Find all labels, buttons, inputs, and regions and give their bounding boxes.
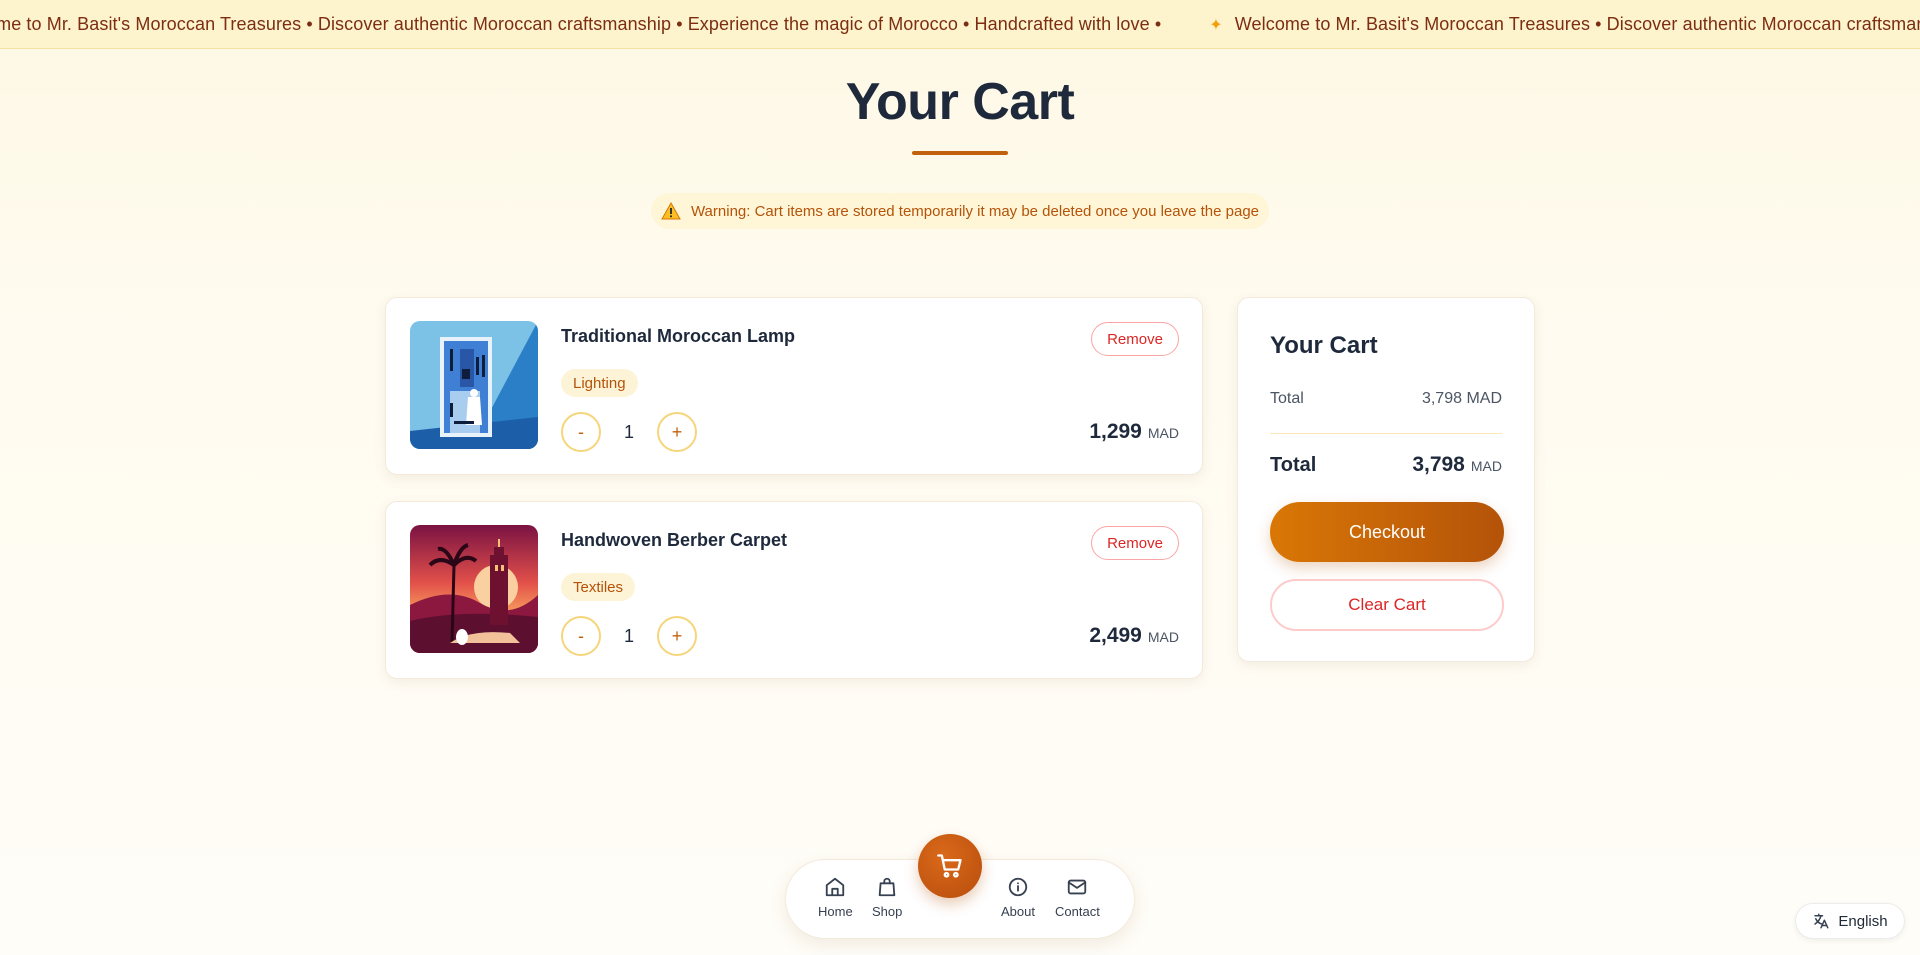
mail-icon — [1068, 879, 1087, 895]
increase-quantity-button[interactable]: + — [657, 616, 697, 656]
info-icon — [1008, 877, 1028, 897]
price-currency: MAD — [1147, 425, 1179, 441]
order-summary-card: Your Cart Total 3,798 MAD Total 3,798 MA… — [1237, 297, 1535, 662]
remove-item-button[interactable]: Remove — [1091, 322, 1179, 356]
price-currency: MAD — [1147, 629, 1179, 645]
category-badge: Textiles — [561, 573, 636, 601]
warning-text: Warning: Cart items are stored temporari… — [690, 202, 1260, 220]
product-name: Handwoven Berber Carpet — [561, 530, 788, 550]
item-price: 1,299 MAD — [1089, 420, 1179, 444]
cart-item: Traditional Moroccan Lamp Lighting - 1 +… — [385, 297, 1203, 475]
marquee-track: ome to Mr. Basit's Moroccan Treasures • … — [0, 0, 1920, 48]
translate-icon — [1814, 913, 1829, 929]
clear-cart-button[interactable]: Clear Cart — [1270, 579, 1504, 631]
page-title: Your Cart — [845, 73, 1075, 131]
product-image-blue-city — [410, 321, 538, 449]
product-name: Traditional Moroccan Lamp — [561, 326, 796, 346]
language-selector[interactable]: English — [1795, 903, 1905, 939]
category-badge: Lighting — [561, 369, 638, 397]
marquee-segment-2: ✦ Welcome to Mr. Basit's Moroccan Treasu… — [1209, 14, 1920, 35]
nav-about[interactable]: About — [1001, 876, 1035, 919]
shopping-bag-icon — [878, 877, 896, 897]
decrease-quantity-button[interactable]: - — [561, 616, 601, 656]
total-amount: 3,798 — [1412, 453, 1465, 476]
product-image-sunset-mosque — [410, 525, 538, 653]
marquee-text-2: Welcome to Mr. Basit's Moroccan Treasure… — [1234, 14, 1920, 34]
summary-total-row: Total 3,798 MAD — [1270, 453, 1502, 477]
nav-shop-label: Shop — [872, 904, 903, 919]
nav-contact-label: Contact — [1055, 904, 1100, 919]
announcement-marquee: ome to Mr. Basit's Moroccan Treasures • … — [0, 0, 1920, 49]
summary-title: Your Cart — [1270, 332, 1378, 359]
nav-home-label: Home — [818, 904, 853, 919]
decrease-quantity-button[interactable]: - — [561, 412, 601, 452]
shopping-cart-icon — [937, 854, 962, 878]
cart-item: Handwoven Berber Carpet Textiles - 1 + R… — [385, 501, 1203, 679]
home-icon — [826, 877, 845, 897]
nav-contact[interactable]: Contact — [1055, 876, 1100, 919]
subtotal-label: Total — [1270, 390, 1304, 407]
summary-divider — [1270, 433, 1502, 434]
item-price: 2,499 MAD — [1089, 624, 1179, 648]
cart-warning-banner: Warning: Cart items are stored temporari… — [651, 193, 1269, 229]
summary-subtotal-row: Total 3,798 MAD — [1270, 390, 1502, 408]
cart-fab-button[interactable] — [918, 834, 982, 898]
sparkle-icon: ✦ — [1209, 16, 1223, 34]
checkout-button[interactable]: Checkout — [1270, 502, 1504, 562]
total-label: Total — [1270, 454, 1317, 476]
quantity-value: 1 — [623, 625, 634, 646]
quantity-value: 1 — [623, 421, 634, 442]
nav-shop[interactable]: Shop — [872, 876, 902, 919]
quantity-stepper: - 1 + — [561, 616, 697, 656]
total-currency: MAD — [1470, 458, 1502, 474]
subtotal-value: 3,798 MAD — [1421, 390, 1502, 407]
total-value: 3,798 MAD — [1412, 453, 1502, 477]
nav-home[interactable]: Home — [818, 876, 853, 919]
increase-quantity-button[interactable]: + — [657, 412, 697, 452]
warning-icon — [661, 202, 681, 220]
remove-item-button[interactable]: Remove — [1091, 526, 1179, 560]
language-label: English — [1838, 912, 1888, 930]
title-underline — [912, 151, 1008, 155]
price-amount: 2,499 — [1089, 624, 1142, 647]
marquee-text-1: ome to Mr. Basit's Moroccan Treasures • … — [0, 14, 1162, 34]
price-amount: 1,299 — [1089, 420, 1142, 443]
nav-about-label: About — [1001, 904, 1035, 919]
quantity-stepper: - 1 + — [561, 412, 697, 452]
